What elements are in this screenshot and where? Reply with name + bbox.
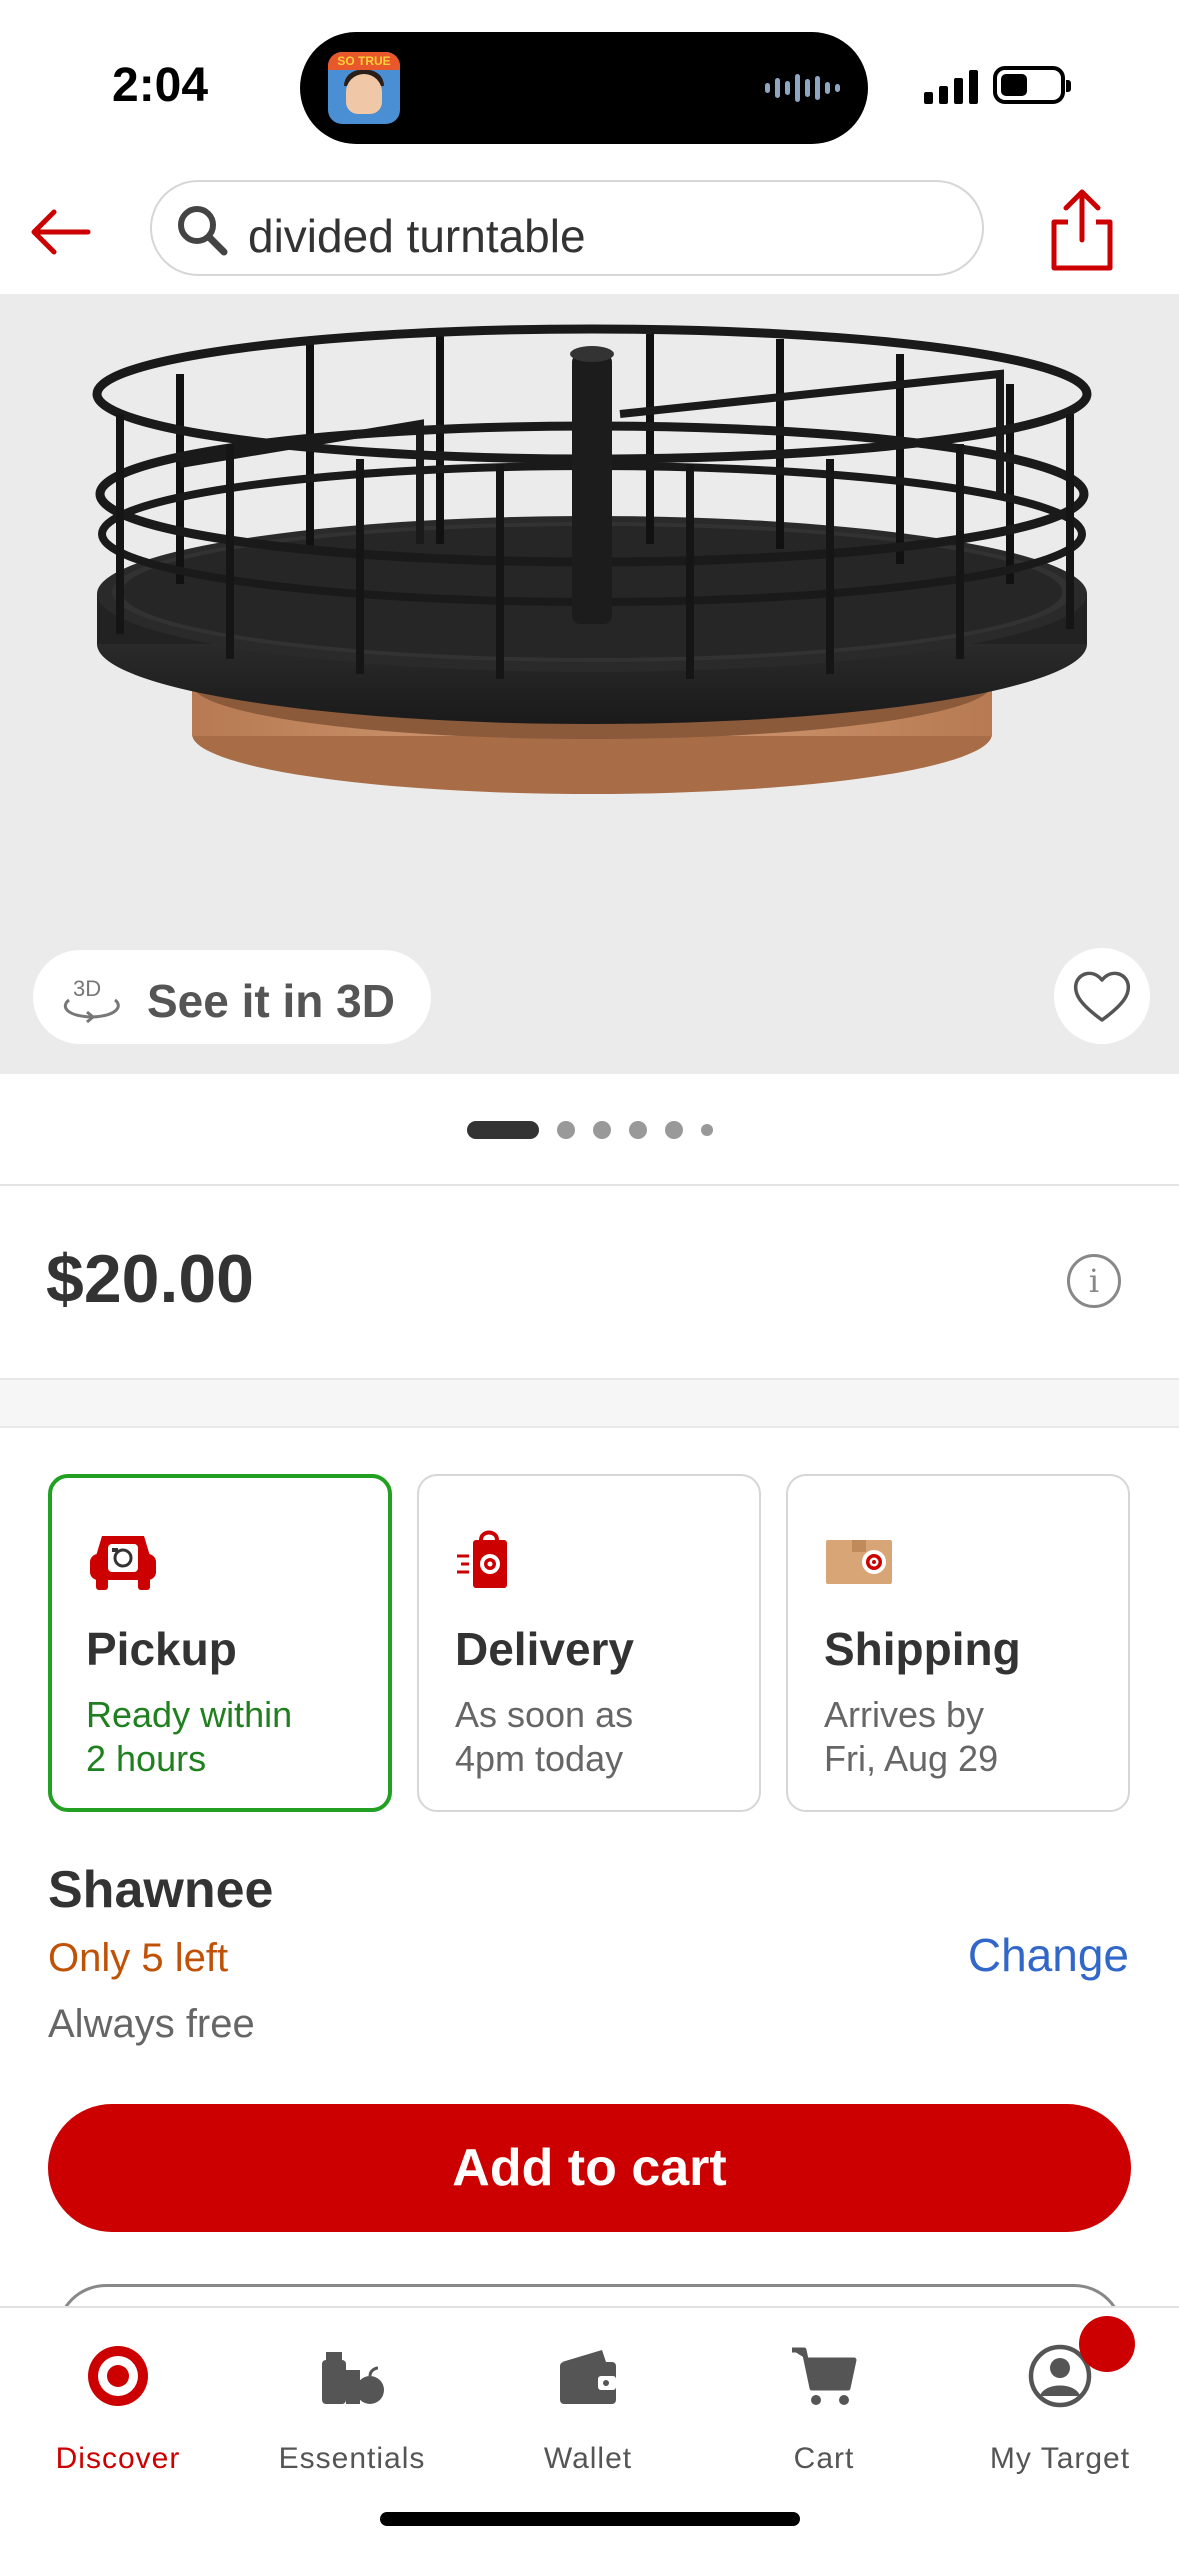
battery-icon bbox=[993, 66, 1071, 104]
share-button[interactable] bbox=[1044, 186, 1120, 274]
divider bbox=[0, 1184, 1179, 1186]
cart-icon bbox=[792, 2347, 857, 2405]
cellular-signal-icon bbox=[924, 68, 978, 104]
image-carousel-indicator bbox=[0, 1118, 1179, 1142]
fulfillment-title: Delivery bbox=[455, 1623, 635, 1675]
live-activity-app-icon[interactable]: SO TRUE bbox=[328, 52, 400, 124]
see-in-3d-label: See it in 3D bbox=[147, 975, 395, 1027]
pickup-fee-note: Always free bbox=[48, 2002, 255, 2046]
back-button[interactable] bbox=[22, 194, 98, 270]
fulfillment-option-pickup[interactable]: Pickup Ready within 2 hours bbox=[48, 1474, 392, 1812]
status-time: 2:04 bbox=[112, 59, 209, 112]
fulfillment-detail: Arrives by bbox=[824, 1694, 985, 1735]
essentials-icon bbox=[322, 2352, 384, 2404]
carousel-dot[interactable] bbox=[700, 1124, 713, 1136]
price-info-icon[interactable]: i bbox=[1067, 1254, 1121, 1308]
nav-discover[interactable]: Discover bbox=[18, 2332, 218, 2482]
product-price: $20.00 bbox=[46, 1241, 254, 1317]
carousel-dot[interactable] bbox=[664, 1121, 683, 1139]
wallet-icon bbox=[560, 2350, 616, 2404]
fulfillment-title: Shipping bbox=[824, 1623, 1021, 1675]
carousel-dot[interactable] bbox=[628, 1121, 647, 1139]
nav-cart[interactable]: Cart bbox=[724, 2332, 924, 2482]
delivery-bag-icon bbox=[457, 1530, 507, 1588]
3d-rotate-icon: 3D bbox=[63, 976, 120, 1024]
pickup-car-icon bbox=[90, 1536, 156, 1590]
fulfillment-detail: 2 hours bbox=[86, 1738, 207, 1779]
product-image[interactable]: 3D See it in 3D bbox=[0, 294, 1179, 1074]
carousel-dot[interactable] bbox=[466, 1121, 539, 1139]
store-name: Shawnee bbox=[48, 1861, 274, 1919]
section-separator bbox=[0, 1378, 1179, 1428]
change-store-link[interactable]: Change bbox=[968, 1928, 1129, 1982]
header: divided turntable bbox=[0, 170, 1179, 294]
search-input[interactable]: divided turntable bbox=[150, 180, 984, 276]
fulfillment-option-shipping[interactable]: Shipping Arrives by Fri, Aug 29 bbox=[786, 1474, 1130, 1812]
nav-label: Discover bbox=[55, 2442, 181, 2475]
svg-text:3D: 3D bbox=[73, 976, 101, 1001]
nav-label: My Target bbox=[989, 2442, 1131, 2475]
audio-waveform-icon bbox=[765, 72, 840, 104]
carousel-dot[interactable] bbox=[556, 1121, 575, 1139]
fulfillment-title: Pickup bbox=[86, 1623, 237, 1675]
nav-essentials[interactable]: Essentials bbox=[252, 2332, 452, 2482]
target-logo-icon bbox=[88, 2346, 148, 2406]
search-query-text: divided turntable bbox=[248, 210, 586, 262]
add-to-cart-button[interactable]: Add to cart bbox=[48, 2104, 1131, 2232]
dynamic-island[interactable]: SO TRUE bbox=[300, 32, 868, 144]
back-arrow-icon bbox=[31, 209, 91, 255]
stock-status: Only 5 left bbox=[48, 1936, 229, 1980]
search-icon bbox=[178, 206, 228, 256]
carousel-dot[interactable] bbox=[592, 1121, 611, 1139]
fulfillment-detail: Ready within bbox=[86, 1694, 293, 1735]
nav-label: Essentials bbox=[278, 2442, 426, 2475]
nav-label: Cart bbox=[793, 2442, 855, 2475]
status-bar: 2:04 SO TRUE bbox=[0, 0, 1179, 170]
favorite-button[interactable] bbox=[1054, 948, 1150, 1044]
fulfillment-detail: As soon as bbox=[455, 1694, 634, 1735]
app-icon-banner: SO TRUE bbox=[328, 52, 400, 70]
nav-wallet[interactable]: Wallet bbox=[488, 2332, 688, 2482]
shipping-box-icon bbox=[826, 1540, 892, 1584]
see-in-3d-button[interactable]: 3D See it in 3D bbox=[33, 950, 431, 1044]
home-indicator[interactable] bbox=[380, 2512, 800, 2526]
share-icon bbox=[1051, 189, 1113, 271]
fulfillment-detail: 4pm today bbox=[455, 1738, 624, 1779]
fulfillment-detail: Fri, Aug 29 bbox=[824, 1738, 999, 1779]
heart-icon bbox=[1073, 971, 1131, 1022]
notification-badge bbox=[1079, 2316, 1135, 2372]
fulfillment-option-delivery[interactable]: Delivery As soon as 4pm today bbox=[417, 1474, 761, 1812]
nav-label: Wallet bbox=[543, 2442, 633, 2475]
